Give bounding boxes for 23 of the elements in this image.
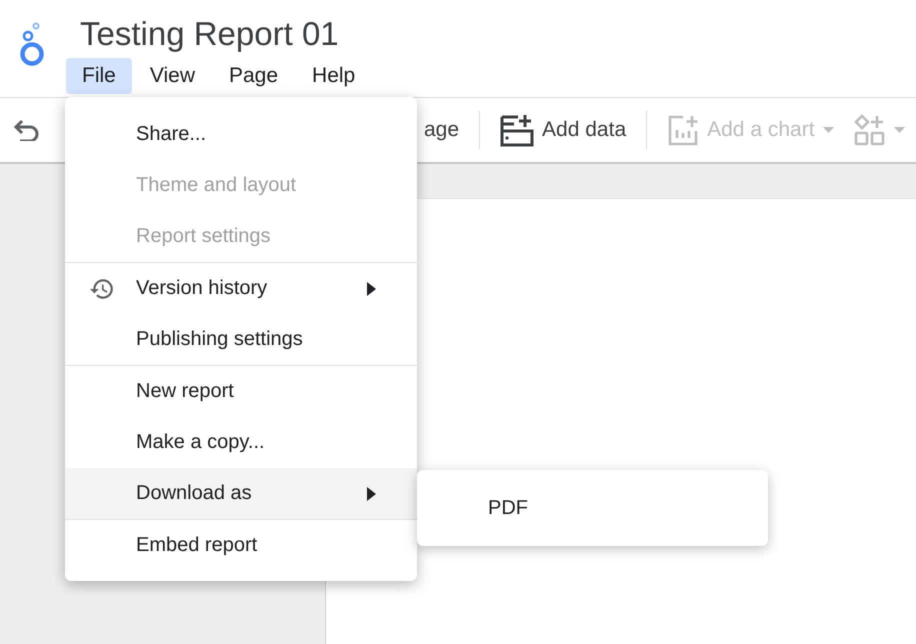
caret-icon: [894, 127, 905, 133]
undo-icon[interactable]: [14, 119, 40, 141]
chart-icon: [667, 114, 700, 146]
add-data-icon: [500, 113, 534, 147]
submenu-arrow-icon: [367, 282, 376, 296]
menu-item[interactable]: Version history: [65, 263, 417, 314]
menu-tab[interactable]: Help: [296, 58, 372, 94]
caret-icon: [822, 127, 834, 133]
menu-item[interactable]: Make a copy...: [65, 417, 417, 468]
menu-tab[interactable]: View: [134, 58, 211, 94]
menu-item[interactable]: PDF: [417, 496, 528, 520]
menu-item[interactable]: New report: [65, 366, 417, 417]
menu-tab[interactable]: File: [66, 58, 132, 94]
toolbar-button[interactable]: age: [414, 118, 470, 142]
menu-item[interactable]: Download as: [65, 468, 417, 519]
shapes-icon: [854, 114, 886, 146]
menu-tab[interactable]: Page: [212, 58, 294, 94]
add-data-button[interactable]: Add data: [490, 113, 636, 147]
report-title[interactable]: Testing Report 01: [80, 14, 374, 54]
menu-item[interactable]: Publishing settings: [65, 314, 417, 365]
menu-item[interactable]: Embed report: [65, 520, 417, 571]
submenu-arrow-icon: [367, 486, 376, 500]
menu-item[interactable]: Share...: [65, 109, 417, 160]
